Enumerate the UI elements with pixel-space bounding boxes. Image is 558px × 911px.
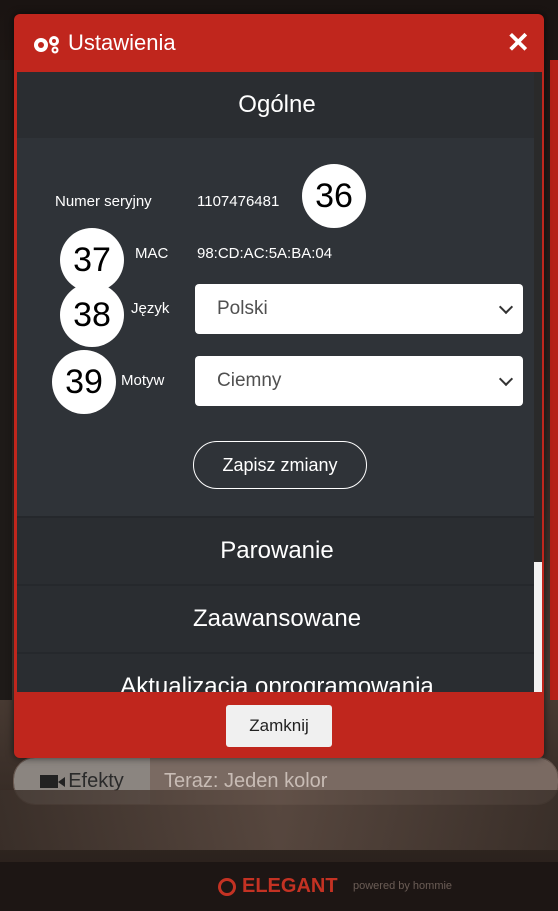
- brand-logo: ELEGANT: [218, 875, 338, 898]
- scrollbar-thumb[interactable]: [534, 562, 542, 692]
- section-general-header[interactable]: Ogólne: [17, 72, 537, 138]
- theme-value: Ciemny: [217, 370, 282, 391]
- mac-value: 98:CD:AC:5A:BA:04: [197, 245, 333, 262]
- camera-icon: [40, 774, 66, 788]
- modal-content: Ogólne Numer seryjny 1107476481 MAC 98:C…: [17, 72, 537, 692]
- background-blur: [0, 790, 558, 850]
- theme-select[interactable]: Ciemny: [195, 356, 523, 406]
- annotation-badge: 39: [52, 350, 116, 414]
- background-left-strip: [0, 60, 12, 700]
- language-label: Język: [131, 300, 170, 317]
- gears-icon: [34, 36, 59, 54]
- settings-modal: Ustawienia ✕ Ogólne Numer seryjny 110747…: [14, 14, 544, 758]
- page-footer: ELEGANT powered by hommie: [0, 862, 558, 911]
- chevron-down-icon: [498, 371, 514, 387]
- language-select[interactable]: Polski: [195, 284, 523, 334]
- mac-label: MAC: [135, 245, 169, 262]
- section-firmware-header[interactable]: Aktualizacja oprogramowania: [17, 652, 537, 692]
- close-icon[interactable]: ✕: [507, 26, 530, 59]
- save-changes-button[interactable]: Zapisz zmiany: [193, 441, 367, 489]
- section-advanced-header[interactable]: Zaawansowane: [17, 584, 537, 652]
- brand-name: ELEGANT: [242, 875, 338, 897]
- modal-title: Ustawienia: [68, 30, 176, 55]
- theme-label: Motyw: [121, 372, 165, 389]
- annotation-badge: 38: [60, 283, 124, 347]
- modal-header: Ustawienia ✕: [14, 14, 544, 72]
- close-button[interactable]: Zamknij: [226, 705, 332, 747]
- language-value: Polski: [217, 298, 268, 319]
- serial-label: Numer seryjny: [55, 193, 152, 210]
- annotation-badge: 36: [302, 164, 366, 228]
- chevron-down-icon: [498, 299, 514, 315]
- background-right-strip: [550, 60, 558, 700]
- brand-icon: [218, 877, 236, 896]
- section-pairing-header[interactable]: Parowanie: [17, 516, 537, 584]
- powered-by: powered by hommie: [353, 880, 453, 892]
- serial-value: 1107476481: [197, 193, 280, 210]
